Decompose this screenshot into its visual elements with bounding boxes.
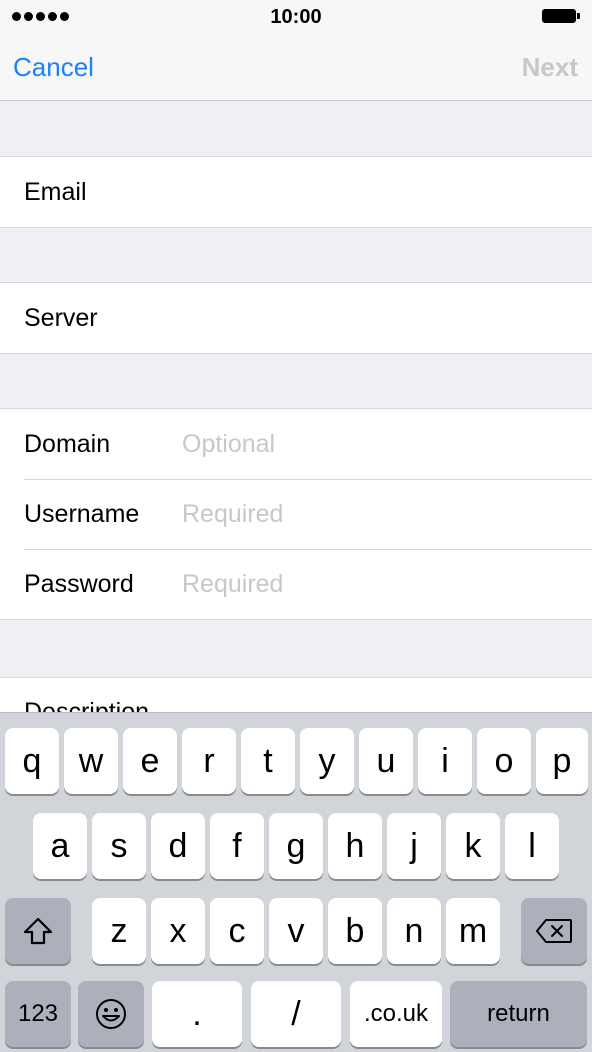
- key-w[interactable]: w: [64, 728, 118, 794]
- shift-key[interactable]: [5, 898, 71, 964]
- username-input[interactable]: [182, 499, 572, 529]
- delete-key[interactable]: [521, 898, 587, 964]
- credentials-group: Domain Username Password: [0, 408, 592, 620]
- key-f[interactable]: f: [210, 813, 264, 879]
- key-g[interactable]: g: [269, 813, 323, 879]
- password-input[interactable]: [182, 569, 572, 599]
- key-d[interactable]: d: [151, 813, 205, 879]
- key-v[interactable]: v: [269, 898, 323, 964]
- status-bar: 10:00: [0, 0, 592, 34]
- key-s[interactable]: s: [92, 813, 146, 879]
- key-h[interactable]: h: [328, 813, 382, 879]
- key-r[interactable]: r: [182, 728, 236, 794]
- server-cell[interactable]: Server: [0, 283, 592, 353]
- key-z[interactable]: z: [92, 898, 146, 964]
- key-c[interactable]: c: [210, 898, 264, 964]
- key-y[interactable]: y: [300, 728, 354, 794]
- status-time: 10:00: [270, 6, 322, 28]
- email-cell[interactable]: Email: [0, 157, 592, 227]
- domain-cell[interactable]: Domain: [0, 409, 592, 479]
- key-u[interactable]: u: [359, 728, 413, 794]
- navigation-bar: Cancel Next: [0, 34, 592, 101]
- key-b[interactable]: b: [328, 898, 382, 964]
- username-label: Username: [24, 499, 140, 528]
- password-cell[interactable]: Password: [0, 549, 592, 619]
- key-i[interactable]: i: [418, 728, 472, 794]
- server-field[interactable]: Server: [24, 304, 98, 333]
- keyboard: q w e r t y u i o p a s d f g h j k l z …: [0, 712, 592, 1052]
- key-o[interactable]: o: [477, 728, 531, 794]
- description-cell[interactable]: Description: [0, 677, 592, 717]
- key-j[interactable]: j: [387, 813, 441, 879]
- delete-icon: [536, 919, 572, 943]
- emoji-key[interactable]: [78, 981, 144, 1047]
- key-k[interactable]: k: [446, 813, 500, 879]
- emoji-icon: [96, 999, 126, 1029]
- key-q[interactable]: q: [5, 728, 59, 794]
- key-a[interactable]: a: [33, 813, 87, 879]
- key-m[interactable]: m: [446, 898, 500, 964]
- email-group: Email: [0, 156, 592, 228]
- key-x[interactable]: x: [151, 898, 205, 964]
- key-e[interactable]: e: [123, 728, 177, 794]
- couk-key[interactable]: .co.uk: [350, 981, 442, 1047]
- username-cell[interactable]: Username: [0, 479, 592, 549]
- email-field[interactable]: Email: [24, 178, 87, 207]
- password-label: Password: [24, 569, 134, 598]
- domain-input[interactable]: [182, 429, 572, 459]
- key-l[interactable]: l: [505, 813, 559, 879]
- return-key[interactable]: return: [450, 981, 587, 1047]
- numbers-key[interactable]: 123: [5, 981, 71, 1047]
- server-group: Server: [0, 282, 592, 354]
- domain-label: Domain: [24, 429, 111, 458]
- slash-key[interactable]: /: [251, 981, 341, 1047]
- battery-icon: [542, 9, 580, 23]
- shift-icon: [23, 917, 53, 945]
- key-t[interactable]: t: [241, 728, 295, 794]
- next-button[interactable]: Next: [522, 52, 578, 83]
- dot-key[interactable]: .: [152, 981, 242, 1047]
- key-p[interactable]: p: [536, 728, 588, 794]
- key-n[interactable]: n: [387, 898, 441, 964]
- cancel-button[interactable]: Cancel: [13, 52, 94, 83]
